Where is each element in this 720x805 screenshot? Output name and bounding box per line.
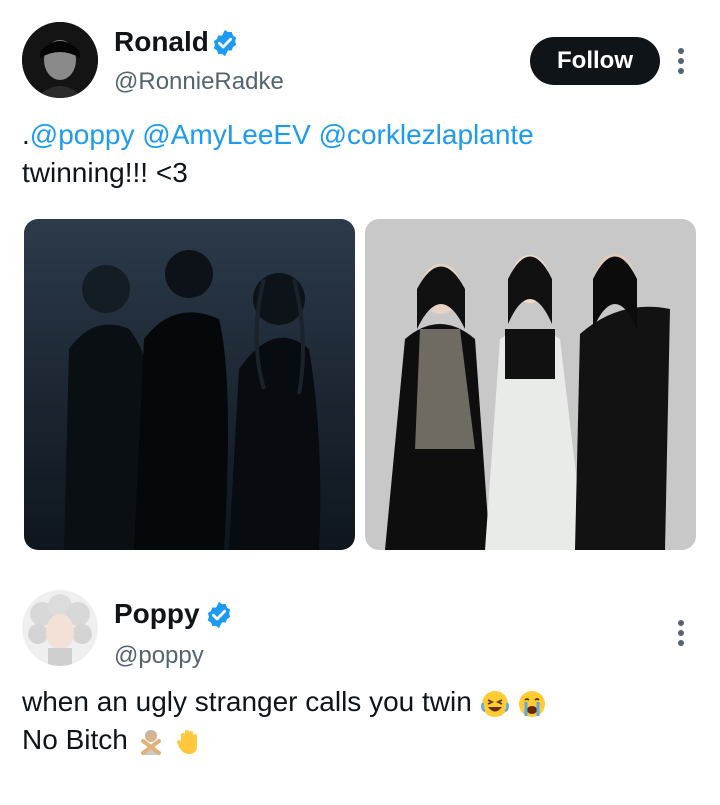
text-prefix: . (22, 119, 30, 150)
author-avatar[interactable] (22, 22, 98, 98)
more-options-icon[interactable] (678, 620, 686, 646)
mention-corklezlaplante[interactable]: @corklezlaplante (319, 119, 534, 150)
tweet-text-line1: when an ugly stranger calls you twin (22, 683, 702, 721)
raised-hand-emoji-icon (177, 729, 198, 754)
no-gesture-emoji-icon (140, 729, 161, 755)
author-name[interactable]: Ronald (114, 26, 209, 58)
tweet-text: when an ugly stranger calls you twin No … (22, 683, 702, 759)
more-options-icon[interactable] (678, 48, 686, 74)
tweet-text-line2: twinning!!! <3 (22, 157, 188, 188)
reply-text-line2: No Bitch (22, 724, 128, 755)
author-handle[interactable]: @poppy (114, 642, 204, 670)
tweet-text: .@poppy @AmyLeeEV @corklezlaplante twinn… (22, 116, 702, 192)
author-avatar[interactable] (22, 590, 98, 666)
laughing-emoji-icon (480, 690, 509, 717)
author-name[interactable]: Poppy (114, 598, 200, 630)
author-handle[interactable]: @RonnieRadke (114, 68, 284, 96)
mention-amyleeev[interactable]: @AmyLeeEV (142, 119, 311, 150)
verified-badge-icon (207, 601, 231, 629)
crying-emoji-icon (519, 690, 546, 717)
tweet-photo-1[interactable] (24, 219, 355, 550)
follow-button[interactable]: Follow (530, 37, 660, 85)
tweet-text-line2: No Bitch (22, 721, 702, 759)
verified-badge-icon (213, 29, 237, 57)
tweet-text-line1: .@poppy @AmyLeeEV @corklezlaplante (22, 116, 702, 154)
tweet-photo-2[interactable] (365, 219, 696, 550)
reply-text-line1: when an ugly stranger calls you twin (22, 686, 472, 717)
mention-poppy[interactable]: @poppy (30, 119, 135, 150)
